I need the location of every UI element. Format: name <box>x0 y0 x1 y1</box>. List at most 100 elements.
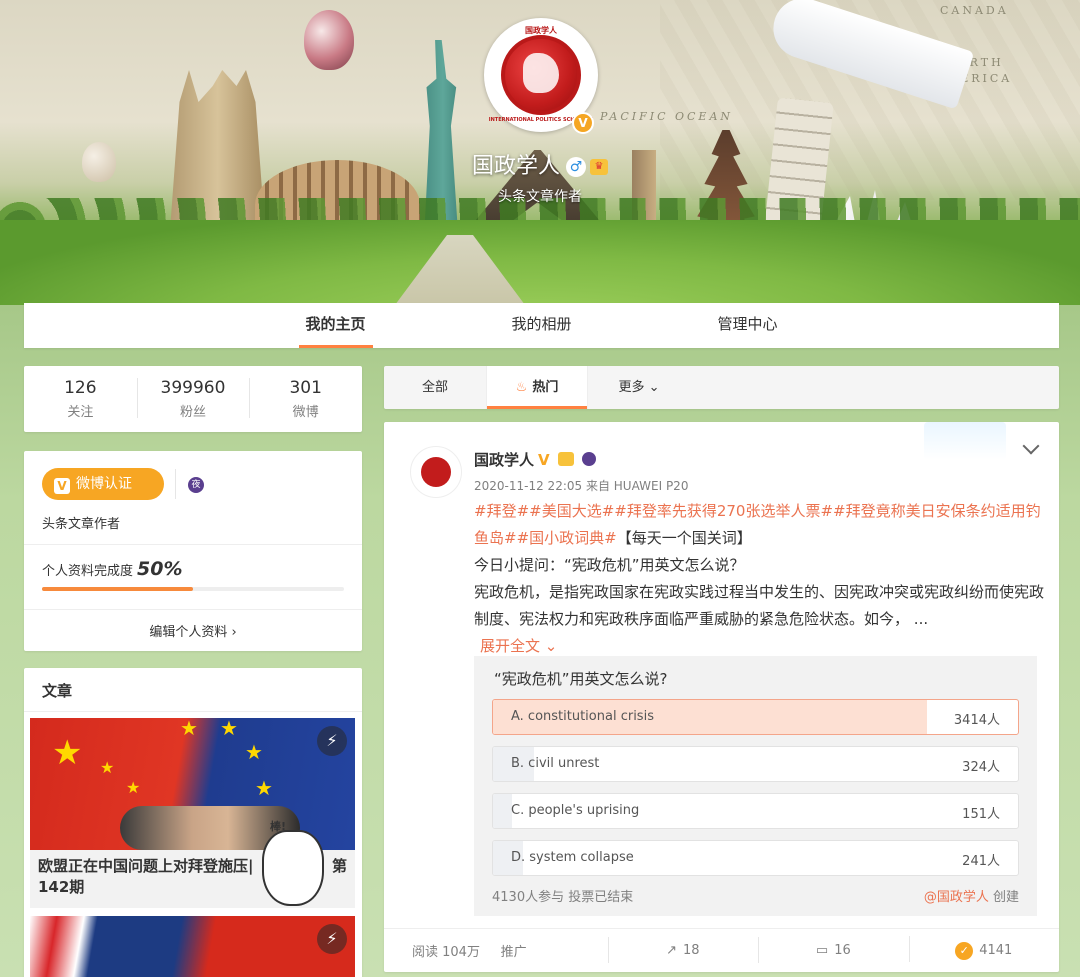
poll-option-count: 241人 <box>962 854 1000 869</box>
balloon-icon <box>304 10 354 70</box>
chevron-right-icon: › <box>231 625 237 640</box>
tab-all[interactable]: 全部 <box>384 366 486 409</box>
completion-text: 个人资料完成度 <box>42 564 134 579</box>
post-text: 宪政危机，是指宪政国家在宪政实践过程当中发生的、因宪政冲突或宪政纠纷而使宪政制度… <box>474 583 1045 628</box>
profile-nav: 我的主页 我的相册 管理中心 <box>24 303 1059 348</box>
star-icon: ★ <box>180 718 198 740</box>
stat-label: 微博 <box>292 405 319 420</box>
poll-option-label: C. people's uprising <box>511 803 640 818</box>
map-label-pacific: PACIFIC OCEAN <box>600 110 734 123</box>
edit-profile-label: 编辑个人资料 <box>149 625 228 640</box>
divider <box>175 469 176 499</box>
tab-manage-center[interactable]: 管理中心 <box>645 303 851 348</box>
cartoon-text: 棒! <box>270 820 287 833</box>
profile-completion-bar <box>42 587 344 591</box>
chevron-down-icon: ⌄ <box>648 380 660 395</box>
expand-full-text-link[interactable]: 展开全文 ⌄ <box>480 637 557 655</box>
verification-card: V 微博认证 夜 头条文章作者 个人资料完成度 50% 编辑个人资料 › <box>24 451 362 651</box>
stat-label: 关注 <box>67 405 94 420</box>
article-item[interactable]: ★ ★ ★ ★ ★ ★ ★ ⚡ 欧盟正在中国问题上对拜登施压| 第 142期 棒! <box>30 718 355 908</box>
banner-hill <box>0 220 1080 305</box>
stat-value: 399960 <box>160 378 226 398</box>
verified-badge-icon: V <box>572 112 594 134</box>
articles-card: 文章 ★ ★ ★ ★ ★ ★ ★ ⚡ 欧盟正在中国问题上对拜登施压| 第 142期… <box>24 668 362 977</box>
post-ellipsis: ... <box>913 610 929 628</box>
promote-button[interactable]: 推广 <box>501 945 527 960</box>
member-icon <box>557 452 574 466</box>
profile-completion-label: 个人资料完成度 50% <box>42 558 183 580</box>
post-question: 今日小提问：“宪政危机”用英文怎么说？ <box>474 556 745 574</box>
poll-option[interactable]: C. people's uprising 151人 <box>492 793 1019 829</box>
stat-followers[interactable]: 399960 粉丝 <box>136 366 250 432</box>
star-icon: ★ <box>220 718 238 740</box>
profile-name-row: 国政学人 ♂ ♛ <box>0 148 1080 180</box>
star-icon: ★ <box>52 733 83 773</box>
post-body: #拜登##美国大选##拜登率先获得270张选举人票##拜登竟称美日安保条约适用钓… <box>474 498 1044 660</box>
tab-more-label: 更多 <box>618 380 645 395</box>
article-title-left: 欧盟正在中国问题上对拜登施压| <box>38 857 254 875</box>
poll-creator-suffix: 创建 <box>992 890 1019 905</box>
divider <box>24 609 362 610</box>
poll-option[interactable]: A. constitutional crisis 3414人 <box>492 699 1019 735</box>
night-mode-icon[interactable]: 夜 <box>188 477 204 493</box>
comment-button[interactable]: ▭ 16 <box>758 937 908 963</box>
expand-label: 展开全文 <box>480 637 541 655</box>
poll-footer: 4130人参与 投票已结束 <box>492 890 634 905</box>
tab-my-album[interactable]: 我的相册 <box>439 303 645 348</box>
verification-description: 头条文章作者 <box>42 517 121 532</box>
profile-subtitle: 头条文章作者 <box>498 189 582 205</box>
stat-following[interactable]: 126 关注 <box>24 366 137 432</box>
stats-card: 126 关注 399960 粉丝 301 微博 <box>24 366 362 432</box>
poll-creator-link[interactable]: @国政学人 <box>924 890 989 905</box>
forward-button[interactable]: ↗ 18 <box>607 937 758 963</box>
star-icon: ★ <box>255 776 273 800</box>
poll-question: “宪政危机”用英文怎么说? <box>494 670 668 688</box>
stat-posts[interactable]: 301 微博 <box>249 366 362 432</box>
night-mode-icon <box>582 452 597 466</box>
poll-card: “宪政危机”用英文怎么说? A. constitutional crisis 3… <box>474 656 1037 916</box>
completion-value: 50% <box>137 558 183 580</box>
chevron-down-icon[interactable] <box>1022 437 1040 455</box>
poll-creator: @国政学人 创建 <box>924 886 1019 905</box>
read-count: 阅读 104万 <box>412 945 480 960</box>
tab-more[interactable]: 更多 ⌄ <box>588 366 690 409</box>
poll-option-count: 151人 <box>962 807 1000 822</box>
poll-option-label: A. constitutional crisis <box>511 709 654 724</box>
poll-option-fill <box>493 794 513 828</box>
weibo-post: 国政学人 V 2020-11-12 22:05 来自 HUAWEI P20 #拜登… <box>384 422 1059 972</box>
post-meta: 2020-11-12 22:05 来自 HUAWEI P20 <box>474 477 688 494</box>
tab-my-home[interactable]: 我的主页 <box>233 303 439 348</box>
poll-option[interactable]: B. civil unrest 324人 <box>492 746 1019 782</box>
chevron-down-icon: ⌄ <box>544 637 558 655</box>
post-hashtags[interactable]: #拜登##美国大选##拜登率先获得270张选举人票##拜登竟称美日安保条约适用钓… <box>474 502 1041 547</box>
poll-option[interactable]: D. system collapse 241人 <box>492 840 1019 876</box>
post-author-avatar[interactable] <box>410 446 462 498</box>
divider <box>24 544 362 545</box>
profile-name[interactable]: 国政学人 <box>472 154 560 179</box>
article-item[interactable]: ⚡ <box>30 916 355 977</box>
post-author-row: 国政学人 V <box>474 449 597 470</box>
stat-label: 粉丝 <box>180 405 207 420</box>
articles-header: 文章 <box>24 668 362 712</box>
bolt-icon[interactable]: ⚡ <box>317 726 347 756</box>
stat-value: 126 <box>64 378 97 398</box>
stat-value: 301 <box>289 378 322 398</box>
star-icon: ★ <box>245 740 263 764</box>
member-icon: ♛ <box>590 159 608 175</box>
poll-option-label: B. civil unrest <box>511 756 600 771</box>
post-time[interactable]: 2020-11-12 22:05 <box>474 479 582 493</box>
forward-count: 18 <box>683 943 700 958</box>
poll-option-count: 324人 <box>962 760 1000 775</box>
profile-completion-fill <box>42 587 193 591</box>
flame-icon: ♨ <box>515 380 528 395</box>
post-source: 来自 HUAWEI P20 <box>585 479 689 493</box>
post-author-name[interactable]: 国政学人 <box>474 451 534 469</box>
verified-label: 微博认证 <box>76 476 132 492</box>
edit-profile-link[interactable]: 编辑个人资料 › <box>24 621 362 640</box>
tab-hot-label: 热门 <box>532 380 559 395</box>
bolt-icon[interactable]: ⚡ <box>317 924 347 954</box>
like-count: 4141 <box>979 942 1013 958</box>
tab-hot[interactable]: ♨ 热门 <box>486 366 588 409</box>
weibo-verified-button[interactable]: V 微博认证 <box>42 468 164 500</box>
like-button[interactable]: ✓ 4141 <box>908 935 1059 962</box>
